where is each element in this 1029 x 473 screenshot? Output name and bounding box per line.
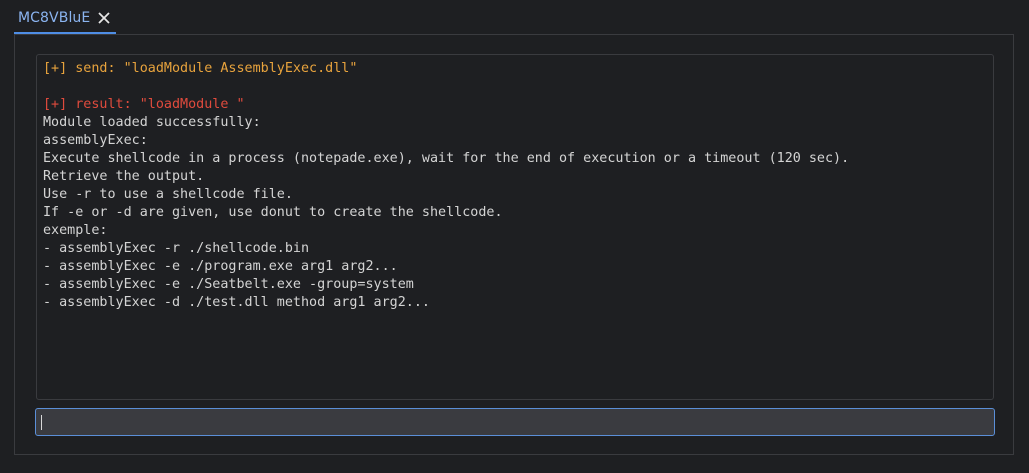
console-line: [+] send: "loadModule AssemblyExec.dll": [43, 61, 358, 76]
console-line: assemblyExec:: [43, 133, 148, 148]
console-line: If -e or -d are given, use donut to crea…: [43, 205, 503, 220]
tab-bar: MC8VBluE: [0, 0, 1029, 34]
console-line: - assemblyExec -e ./program.exe arg1 arg…: [43, 259, 398, 274]
session-panel: [+] send: "loadModule AssemblyExec.dll" …: [14, 34, 1014, 455]
console-output[interactable]: [+] send: "loadModule AssemblyExec.dll" …: [36, 54, 994, 400]
console-line: Execute shellcode in a process (notepade…: [43, 151, 850, 166]
console-line: Retrieve the output.: [43, 169, 205, 184]
console-line: - assemblyExec -d ./test.dll method arg1…: [43, 295, 430, 310]
tab-label[interactable]: MC8VBluE: [18, 10, 90, 26]
console-line: - assemblyExec -r ./shellcode.bin: [43, 241, 310, 256]
console-line: Use -r to use a shellcode file.: [43, 187, 293, 202]
close-icon[interactable]: [96, 10, 112, 26]
console-line: - assemblyExec -e ./Seatbelt.exe -group=…: [43, 277, 414, 292]
console-line: exemple:: [43, 223, 108, 238]
console-line: [+] result: "loadModule ": [43, 97, 245, 112]
text-caret: [41, 415, 42, 430]
console-line: Module loaded successfully:: [43, 115, 261, 130]
command-input[interactable]: [35, 408, 995, 436]
tab-session[interactable]: MC8VBluE: [14, 4, 117, 34]
